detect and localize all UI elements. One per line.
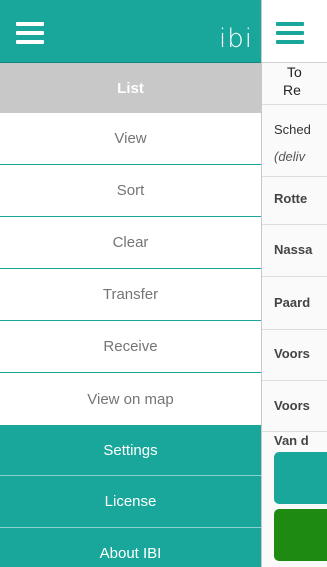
menu-item-clear[interactable]: Clear xyxy=(0,217,261,269)
divider xyxy=(262,380,327,381)
divider xyxy=(262,224,327,225)
primary-action-button[interactable] xyxy=(274,452,327,504)
menu-item-receive[interactable]: Receive xyxy=(0,321,261,373)
address-row[interactable]: Rotte xyxy=(274,191,307,206)
background-headline: To Re xyxy=(283,63,327,99)
menu-item-about[interactable]: About IBI xyxy=(0,528,261,567)
divider xyxy=(262,276,327,277)
background-menu-icon[interactable] xyxy=(276,22,304,44)
headline-line-1: To xyxy=(287,64,302,80)
menu-item-sort[interactable]: Sort xyxy=(0,165,261,217)
delivery-note: (deliv xyxy=(274,149,306,164)
divider xyxy=(262,329,327,330)
go-button[interactable] xyxy=(274,509,327,561)
app-logo: ibi xyxy=(219,24,253,54)
headline-line-2: Re xyxy=(283,82,301,98)
menu-item-settings[interactable]: Settings xyxy=(0,425,261,476)
address-row[interactable]: Voors xyxy=(274,346,310,361)
address-row[interactable]: Van d xyxy=(274,433,309,448)
navigation-drawer: ibi List View Sort Clear Transfer Receiv… xyxy=(0,0,262,567)
drawer-header: ibi xyxy=(0,0,261,63)
divider xyxy=(262,176,327,177)
menu-item-transfer[interactable]: Transfer xyxy=(0,269,261,321)
address-row[interactable]: Voors xyxy=(274,398,310,413)
list-section-header: List xyxy=(0,63,261,113)
menu-item-view-on-map[interactable]: View on map xyxy=(0,373,261,425)
background-toolbar xyxy=(262,0,327,63)
menu-item-license[interactable]: License xyxy=(0,476,261,528)
divider xyxy=(262,431,327,432)
scheduled-label: Sched xyxy=(274,122,311,137)
background-screen: To Re Sched (deliv Rotte Nassa Paard Voo… xyxy=(262,0,327,567)
menu-icon[interactable] xyxy=(16,22,44,44)
address-row[interactable]: Paard xyxy=(274,295,310,310)
menu-item-view[interactable]: View xyxy=(0,113,261,165)
divider xyxy=(262,104,327,105)
address-row[interactable]: Nassa xyxy=(274,242,312,257)
